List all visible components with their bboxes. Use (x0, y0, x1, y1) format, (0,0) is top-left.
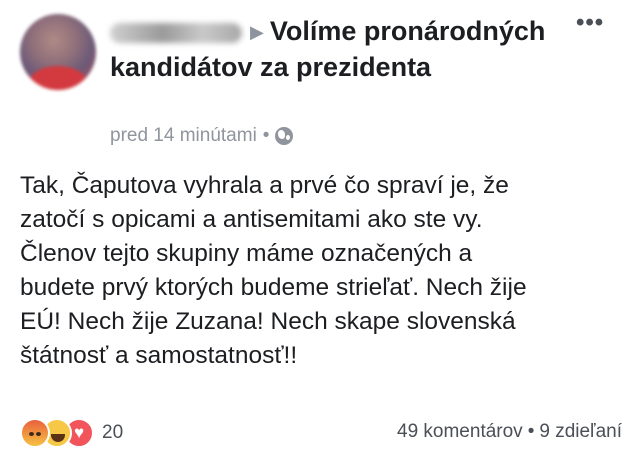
comments-count-link[interactable]: 49 komentárov (397, 421, 523, 442)
more-options-icon[interactable]: ••• (576, 11, 604, 35)
post-header: ▶ Volíme pronárodných kandidátov za prezi… (110, 14, 550, 85)
avatar-photo (30, 66, 86, 90)
angry-icon[interactable] (20, 418, 50, 448)
meta-separator: • (262, 125, 270, 146)
globe-icon[interactable] (275, 127, 294, 145)
triangle-right-icon: ▶ (250, 22, 264, 43)
reaction-count[interactable]: 20 (102, 422, 123, 444)
shares-count-link[interactable]: 9 zdieľaní (539, 421, 622, 442)
stats-separator: • (527, 421, 535, 442)
post-message: Tak, Čaputova vyhrala a prvé čo spraví j… (20, 172, 527, 369)
reactions-summary[interactable]: 20 (20, 418, 123, 448)
facebook-post: ▶ Volíme pronárodných kandidátov za prezi… (0, 0, 640, 465)
post-stats: 49 komentárov • 9 zdieľaní (397, 421, 622, 443)
timestamp-link[interactable]: pred 14 minútami (110, 125, 257, 147)
post-meta: pred 14 minútami • (110, 125, 294, 147)
author-name-blurred[interactable] (110, 22, 242, 43)
avatar[interactable] (20, 14, 96, 90)
